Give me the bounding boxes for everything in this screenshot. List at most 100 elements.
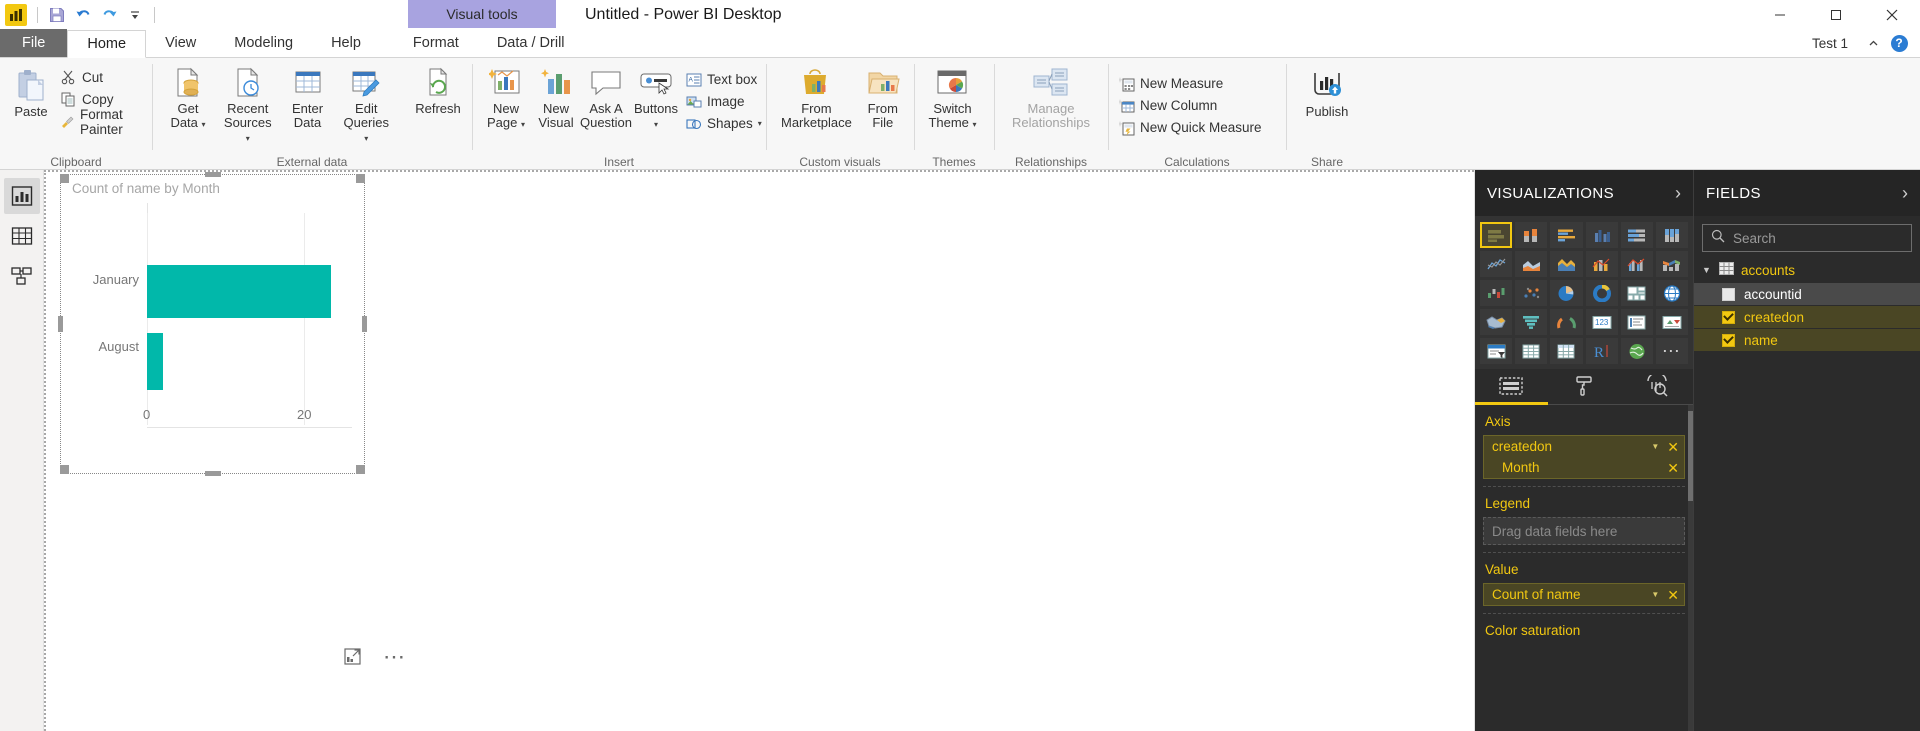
chevron-right-icon[interactable]: › bbox=[1902, 184, 1908, 202]
model-view-icon[interactable] bbox=[4, 258, 40, 294]
help-icon[interactable]: ? bbox=[1886, 30, 1912, 56]
stacked-bar-chart-icon[interactable] bbox=[1480, 222, 1513, 248]
well-value-chip[interactable]: Count of name ▼ ✕ bbox=[1483, 583, 1685, 606]
fields-table-accounts[interactable]: ▼ accounts bbox=[1694, 258, 1920, 282]
format-tab[interactable] bbox=[1548, 369, 1621, 405]
report-page[interactable]: Count of name by Month January August 0 … bbox=[44, 170, 1474, 731]
wells-scrollbar[interactable] bbox=[1688, 405, 1693, 731]
chip-count-of-name-remove-icon[interactable]: ✕ bbox=[1667, 588, 1679, 602]
matrix-icon[interactable] bbox=[1550, 338, 1583, 364]
fields-tab[interactable] bbox=[1475, 369, 1548, 405]
pie-chart-icon[interactable] bbox=[1550, 280, 1583, 306]
data-view-icon[interactable] bbox=[4, 218, 40, 254]
tab-home[interactable]: Home bbox=[67, 30, 147, 58]
focus-mode-icon[interactable] bbox=[344, 648, 361, 665]
bar-chart-visual[interactable]: Count of name by Month January August 0 … bbox=[58, 172, 367, 476]
arcgis-map-icon[interactable] bbox=[1620, 338, 1653, 364]
get-data-button[interactable]: Get Data ▾ bbox=[164, 63, 212, 130]
chevron-up-icon[interactable] bbox=[1860, 30, 1886, 56]
from-file-button[interactable]: From File bbox=[859, 63, 907, 130]
redo-icon[interactable] bbox=[96, 3, 122, 27]
image-button[interactable]: Image bbox=[682, 91, 768, 112]
chip-createdon-caret-icon[interactable]: ▼ bbox=[1651, 442, 1659, 451]
scatter-chart-icon[interactable] bbox=[1515, 280, 1548, 306]
from-marketplace-button[interactable]: From Marketplace bbox=[776, 63, 857, 130]
buttons-button[interactable]: Buttons ▾ bbox=[632, 63, 680, 130]
new-visual-button[interactable]: New Visual bbox=[532, 63, 580, 130]
resize-handle-bottom-right[interactable] bbox=[356, 465, 365, 474]
tab-help[interactable]: Help bbox=[312, 29, 380, 57]
field-accountid[interactable]: accountid bbox=[1694, 283, 1920, 305]
area-chart-icon[interactable] bbox=[1515, 251, 1548, 277]
line-stacked-column-chart-icon[interactable] bbox=[1585, 251, 1618, 277]
waterfall-chart-icon[interactable] bbox=[1480, 280, 1513, 306]
100-stacked-column-chart-icon[interactable] bbox=[1655, 222, 1688, 248]
chip-count-of-name[interactable]: Count of name ▼ ✕ bbox=[1484, 584, 1684, 605]
paste-button[interactable]: Paste bbox=[7, 63, 55, 119]
100-stacked-bar-chart-icon[interactable] bbox=[1620, 222, 1653, 248]
bar-august[interactable] bbox=[147, 333, 163, 390]
shapes-button[interactable]: Shapes ▾ bbox=[682, 113, 768, 134]
tab-modeling[interactable]: Modeling bbox=[215, 29, 312, 57]
ribbon-chart-icon[interactable] bbox=[1655, 251, 1688, 277]
chip-createdon-remove-icon[interactable]: ✕ bbox=[1667, 440, 1679, 454]
filled-map-icon[interactable] bbox=[1480, 309, 1513, 335]
new-measure-button[interactable]: New Measure bbox=[1115, 73, 1268, 94]
more-options-icon[interactable]: ⋯ bbox=[383, 645, 407, 667]
card-icon[interactable]: 123 bbox=[1585, 309, 1618, 335]
refresh-button[interactable]: Refresh bbox=[411, 63, 465, 116]
slicer-icon[interactable] bbox=[1480, 338, 1513, 364]
tab-data-drill[interactable]: Data / Drill bbox=[478, 29, 584, 57]
resize-handle-bottom[interactable] bbox=[204, 471, 221, 476]
report-canvas[interactable]: Count of name by Month January August 0 … bbox=[44, 170, 1475, 731]
tab-view[interactable]: View bbox=[146, 29, 215, 57]
well-legend-dropzone[interactable]: Drag data fields here bbox=[1483, 517, 1685, 545]
search-input[interactable] bbox=[1733, 230, 1903, 246]
chip-count-of-name-caret-icon[interactable]: ▼ bbox=[1651, 590, 1659, 599]
tab-file[interactable]: File bbox=[0, 29, 68, 57]
clustered-column-chart-icon[interactable] bbox=[1585, 222, 1618, 248]
new-page-button[interactable]: New Page ▾ bbox=[482, 63, 530, 130]
minimize-button[interactable] bbox=[1752, 0, 1808, 30]
more-visuals-icon[interactable]: ⋯ bbox=[1655, 338, 1688, 364]
resize-handle-left[interactable] bbox=[58, 316, 63, 332]
gauge-icon[interactable] bbox=[1550, 309, 1583, 335]
chevron-right-icon[interactable]: › bbox=[1675, 184, 1681, 202]
text-box-button[interactable]: A Text box bbox=[682, 69, 768, 90]
resize-handle-bottom-left[interactable] bbox=[60, 465, 69, 474]
stacked-area-chart-icon[interactable] bbox=[1550, 251, 1583, 277]
customize-qat-icon[interactable] bbox=[122, 3, 148, 27]
signed-in-user[interactable]: Test 1 bbox=[1800, 36, 1860, 51]
save-icon[interactable] bbox=[44, 3, 70, 27]
chip-createdon[interactable]: createdon ▼ ✕ bbox=[1484, 436, 1684, 457]
bar-january[interactable] bbox=[147, 265, 331, 318]
chip-month[interactable]: Month ✕ bbox=[1484, 457, 1684, 478]
line-chart-icon[interactable] bbox=[1480, 251, 1513, 277]
funnel-icon[interactable] bbox=[1515, 309, 1548, 335]
kpi-icon[interactable] bbox=[1655, 309, 1688, 335]
r-script-visual-icon[interactable]: R bbox=[1585, 338, 1618, 364]
field-createdon-checkbox[interactable] bbox=[1722, 310, 1735, 324]
table-icon[interactable] bbox=[1515, 338, 1548, 364]
field-name-checkbox[interactable] bbox=[1722, 333, 1735, 347]
resize-handle-right[interactable] bbox=[362, 316, 367, 332]
undo-icon[interactable] bbox=[70, 3, 96, 27]
donut-chart-icon[interactable] bbox=[1585, 280, 1618, 306]
format-painter-button[interactable]: Format Painter bbox=[57, 107, 145, 137]
clustered-bar-chart-icon[interactable] bbox=[1550, 222, 1583, 248]
switch-theme-button[interactable]: Switch Theme ▾ bbox=[923, 63, 981, 130]
manage-relationships-button[interactable]: Manage Relationships bbox=[1007, 63, 1095, 130]
multi-row-card-icon[interactable] bbox=[1620, 309, 1653, 335]
maximize-button[interactable] bbox=[1808, 0, 1864, 30]
field-name[interactable]: name bbox=[1694, 329, 1920, 351]
report-view-icon[interactable] bbox=[3, 178, 40, 214]
wells-scrollbar-thumb[interactable] bbox=[1688, 411, 1693, 501]
expand-collapse-arrow-icon[interactable]: ▼ bbox=[1702, 265, 1712, 275]
cut-button[interactable]: Cut bbox=[57, 67, 145, 88]
treemap-icon[interactable] bbox=[1620, 280, 1653, 306]
fields-search-box[interactable] bbox=[1702, 224, 1912, 252]
tab-format[interactable]: Format bbox=[394, 29, 478, 57]
resize-handle-top-right[interactable] bbox=[356, 174, 365, 183]
ask-a-question-button[interactable]: Ask A Question bbox=[580, 63, 632, 130]
resize-handle-top-left[interactable] bbox=[60, 174, 69, 183]
